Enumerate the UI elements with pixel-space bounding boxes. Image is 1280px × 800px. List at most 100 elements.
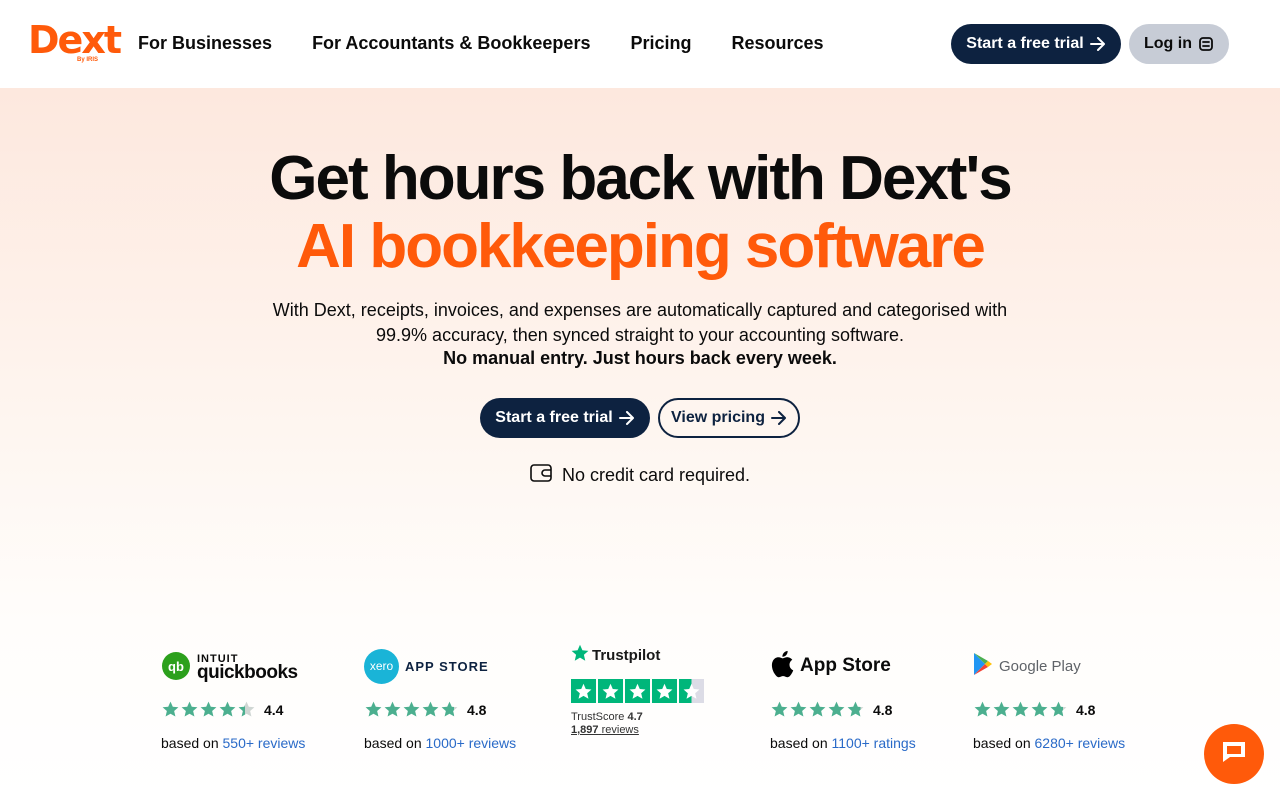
nav-pricing[interactable]: Pricing bbox=[630, 33, 691, 54]
quickbooks-wordmark: quickbooks bbox=[197, 662, 298, 683]
logo-wordmark: Dext bbox=[28, 18, 122, 62]
hero-section: Get hours back with Dext's AI bookkeepin… bbox=[0, 88, 1280, 800]
star-icon bbox=[847, 701, 864, 717]
star-icon bbox=[993, 701, 1010, 717]
trustscore-label: TrustScore bbox=[571, 711, 625, 723]
view-pricing-label: View pricing bbox=[671, 409, 765, 426]
rating-based-on: based on 6280+ reviews bbox=[973, 735, 1125, 751]
tp-star bbox=[625, 679, 650, 703]
apple-ratings-link[interactable]: 1100+ ratings bbox=[832, 735, 916, 751]
no-credit-card-note: No credit card required. bbox=[0, 464, 1280, 487]
star-icon bbox=[1012, 701, 1029, 717]
hero-subtitle: With Dext, receipts, invoices, and expen… bbox=[272, 300, 1008, 345]
star-icon bbox=[403, 701, 420, 717]
rating-trustpilot: Trustpilot TrustScore 4.7 1,897 reviews bbox=[571, 643, 741, 753]
hero-title-line1: Get hours back with Dext's bbox=[269, 144, 1012, 213]
hero-start-trial-label: Start a free trial bbox=[495, 409, 613, 426]
app-store-wordmark: App Store bbox=[800, 655, 891, 676]
rating-google-play: Google Play 4.8 based on 6280+ reviews bbox=[973, 648, 1143, 758]
rating-score: 4.8 bbox=[873, 701, 893, 718]
star-icon bbox=[790, 701, 807, 717]
arrow-right-icon bbox=[618, 411, 635, 425]
arrow-right-icon bbox=[1089, 37, 1106, 51]
rating-xero: xero APP STORE 4.8 based on 1000+ review… bbox=[364, 648, 534, 758]
xero-icon: xero bbox=[364, 648, 399, 684]
apple-icon bbox=[770, 650, 794, 683]
dext-logo[interactable]: Dext By IRIS bbox=[28, 18, 122, 66]
star-icon bbox=[219, 701, 236, 717]
chat-bubble-icon bbox=[1218, 736, 1250, 773]
trustpilot-logo: Trustpilot bbox=[571, 643, 741, 667]
login-label: Log in bbox=[1144, 35, 1192, 52]
star-icon bbox=[238, 701, 255, 717]
arrow-right-icon bbox=[770, 411, 787, 425]
login-button[interactable]: Log in bbox=[1129, 24, 1229, 64]
star-rating: 4.8 bbox=[364, 700, 486, 719]
rating-apple-app-store: App Store 4.8 based on 1100+ ratings bbox=[770, 648, 940, 758]
trustpilot-review-count: 1,897 bbox=[571, 724, 599, 736]
star-icon bbox=[200, 701, 217, 717]
star-icon bbox=[441, 701, 458, 717]
star-rating: 4.8 bbox=[973, 700, 1095, 719]
star-icon bbox=[974, 701, 991, 717]
rating-quickbooks: qb INTUIT quickbooks 4.4 based on 550+ r… bbox=[161, 648, 331, 758]
quickbooks-reviews-link[interactable]: 550+ reviews bbox=[223, 735, 306, 751]
header-start-trial-label: Start a free trial bbox=[966, 35, 1084, 52]
based-on-prefix: based on bbox=[973, 735, 1031, 751]
wallet-icon bbox=[530, 464, 552, 487]
star-icon bbox=[828, 701, 845, 717]
tp-star-half bbox=[679, 679, 704, 703]
trustpilot-reviews-label: reviews bbox=[601, 724, 639, 736]
rating-score: 4.8 bbox=[1076, 701, 1096, 718]
svg-text:qb: qb bbox=[168, 659, 184, 674]
star-rating: 4.8 bbox=[770, 700, 892, 719]
header-start-trial-button[interactable]: Start a free trial bbox=[951, 24, 1121, 64]
nav-for-businesses[interactable]: For Businesses bbox=[138, 33, 272, 54]
based-on-prefix: based on bbox=[161, 735, 219, 751]
apple-app-store-logo: App Store bbox=[770, 648, 940, 684]
chat-button[interactable] bbox=[1204, 724, 1264, 784]
site-header: Dext By IRIS For Businesses For Accounta… bbox=[0, 0, 1280, 88]
rating-score: 4.4 bbox=[264, 701, 284, 718]
star-rating: 4.4 bbox=[161, 700, 283, 719]
view-pricing-button[interactable]: View pricing bbox=[658, 398, 800, 438]
logo-byline: By IRIS bbox=[76, 57, 98, 63]
star-icon bbox=[771, 701, 788, 717]
xero-reviews-link[interactable]: 1000+ reviews bbox=[426, 735, 517, 751]
google-play-logo: Google Play bbox=[973, 648, 1143, 684]
no-credit-card-text: No credit card required. bbox=[561, 465, 751, 485]
tp-star bbox=[652, 679, 677, 703]
based-on-prefix: based on bbox=[364, 735, 422, 751]
google-play-reviews-link[interactable]: 6280+ reviews bbox=[1035, 735, 1126, 751]
star-icon bbox=[365, 701, 382, 717]
hero-subtitle-bold: No manual entry. Just hours back every w… bbox=[443, 348, 837, 368]
trustpilot-star-icon bbox=[571, 644, 589, 667]
star-icon bbox=[422, 701, 439, 717]
rating-based-on: based on 550+ reviews bbox=[161, 735, 305, 751]
login-icon bbox=[1198, 36, 1214, 52]
tp-star bbox=[571, 679, 596, 703]
google-play-icon bbox=[973, 652, 993, 681]
quickbooks-logo: qb INTUIT quickbooks bbox=[161, 648, 331, 684]
star-icon bbox=[1050, 701, 1067, 717]
rating-based-on: based on 1000+ reviews bbox=[364, 735, 516, 751]
star-icon bbox=[384, 701, 401, 717]
nav-resources[interactable]: Resources bbox=[731, 33, 823, 54]
star-icon bbox=[809, 701, 826, 717]
star-icon bbox=[162, 701, 179, 717]
nav-for-accountants[interactable]: For Accountants & Bookkeepers bbox=[312, 33, 590, 54]
trustpilot-reviews-link[interactable]: 1,897 reviews bbox=[571, 724, 639, 736]
trustscore-value: 4.7 bbox=[627, 711, 643, 723]
hero-title-line2: AI bookkeeping software bbox=[296, 212, 986, 281]
google-play-wordmark: Google Play bbox=[999, 657, 1081, 675]
based-on-prefix: based on bbox=[770, 735, 828, 751]
star-icon bbox=[181, 701, 198, 717]
trustscore: TrustScore 4.7 bbox=[571, 711, 643, 723]
xero-app-store-logo: xero APP STORE bbox=[364, 648, 534, 684]
quickbooks-icon: qb bbox=[162, 652, 190, 680]
tp-star bbox=[598, 679, 623, 703]
trustpilot-stars bbox=[571, 679, 704, 703]
star-icon bbox=[1031, 701, 1048, 717]
main-nav: For Businesses For Accountants & Bookkee… bbox=[138, 33, 824, 54]
hero-start-trial-button[interactable]: Start a free trial bbox=[480, 398, 650, 438]
